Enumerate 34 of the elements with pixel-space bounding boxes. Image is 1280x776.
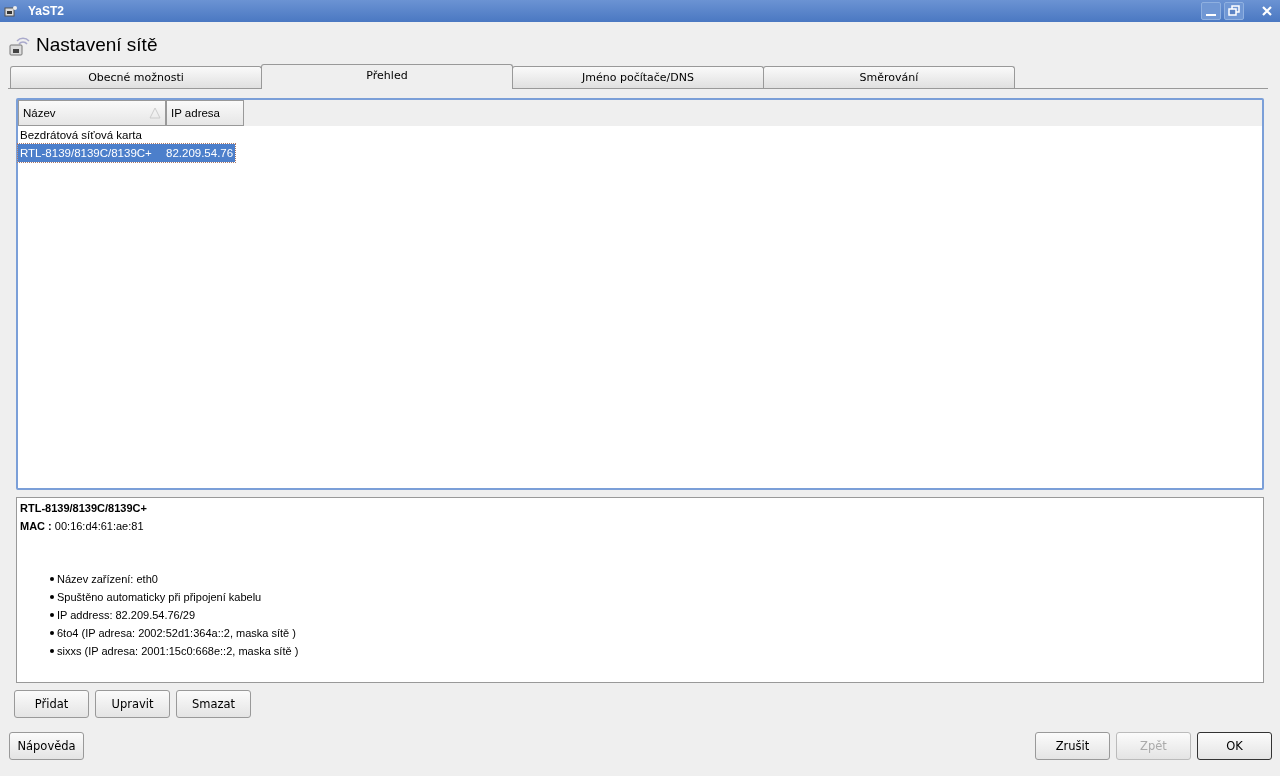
close-icon [1261, 5, 1273, 17]
window-title: YaST2 [28, 4, 65, 18]
page-title: Nastavení sítě [36, 34, 158, 56]
action-button[interactable]: Smazat [176, 690, 251, 718]
minimize-button[interactable] [1201, 2, 1221, 20]
minimize-icon [1206, 14, 1216, 16]
detail-item: sixxs (IP adresa: 2001:15c0:668e::2, maska sítě ) [57, 645, 299, 657]
window-icon [4, 5, 18, 17]
bullet-icon [50, 613, 54, 617]
bullet-icon [50, 631, 54, 635]
tab[interactable]: Směrování [763, 66, 1015, 88]
tab[interactable]: Obecné možnosti [10, 66, 262, 88]
detail-item: Název zařízení: eth0 [57, 573, 158, 585]
mac-address: MAC : 00:16:d4:61:ae:81 [20, 520, 145, 534]
restore-button[interactable] [1224, 2, 1244, 20]
tab[interactable]: Přehled [261, 64, 513, 89]
bullet-icon [50, 649, 54, 653]
detail-item: IP address: 82.209.54.76/29 [57, 609, 195, 621]
action-button[interactable]: Upravit [95, 690, 170, 718]
device-name: RTL-8139/8139C/8139C+ [20, 502, 148, 516]
restore-icon [1228, 5, 1240, 17]
bullet-icon [50, 577, 54, 581]
column-header[interactable]: IP adresa [166, 100, 244, 126]
column-header[interactable]: Název [18, 100, 166, 126]
tab[interactable]: Jméno počítače/DNS [512, 66, 764, 88]
detail-item: Spuštěno automaticky při připojení kabelu [57, 591, 262, 603]
detail-item: 6to4 (IP adresa: 2002:52d1:364a::2, maska sítě ) [57, 627, 296, 639]
dialog-button[interactable]: Zrušit [1035, 732, 1110, 760]
action-button[interactable]: Přidat [14, 690, 89, 718]
table-row[interactable]: Bezdrátová síťová karta [18, 126, 162, 144]
bullet-icon [50, 595, 54, 599]
help-button[interactable]: Nápověda [9, 732, 84, 760]
dialog-button[interactable]: OK [1197, 732, 1272, 760]
table-row[interactable]: RTL-8139/8139C/8139C+ 82.209.54.76 [18, 144, 236, 162]
